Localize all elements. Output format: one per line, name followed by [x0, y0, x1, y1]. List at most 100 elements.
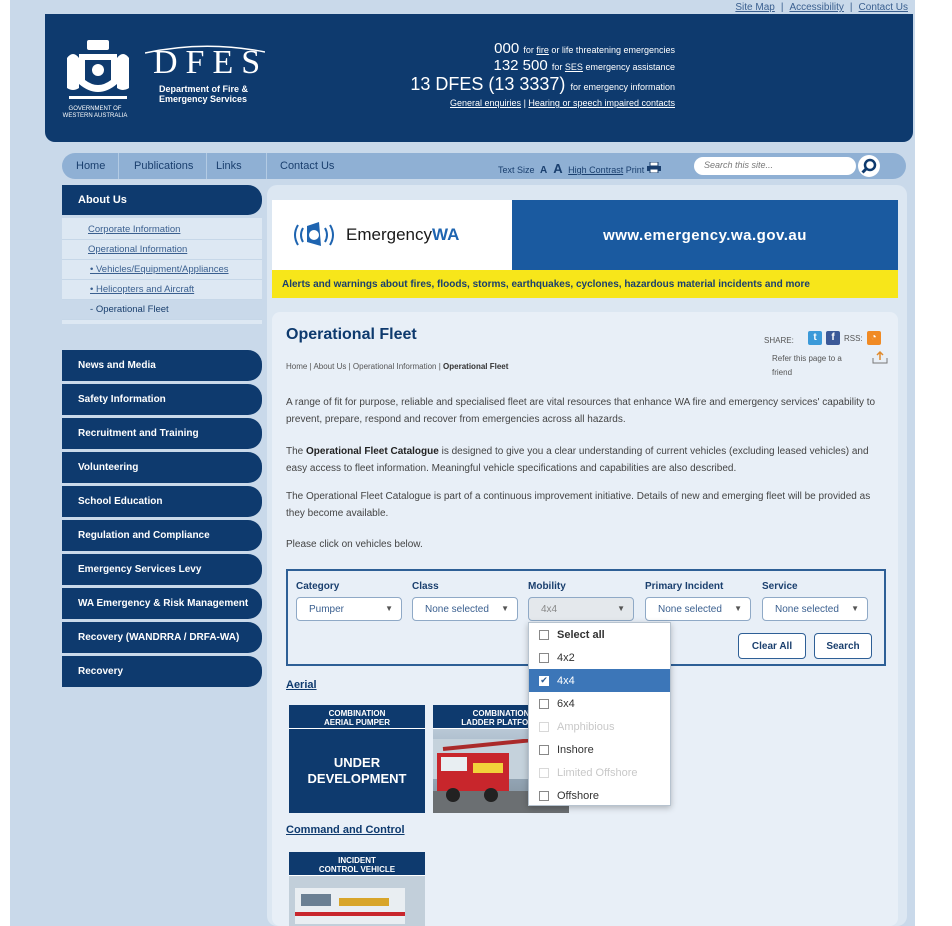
category-label: Category	[296, 581, 340, 592]
mobility-option[interactable]: 6x4	[529, 692, 670, 715]
nav-contact[interactable]: Contact Us	[280, 160, 334, 172]
class-select[interactable]: None selected ▼	[412, 597, 518, 621]
mobility-option[interactable]: Inshore	[529, 738, 670, 761]
sidebar-item-risk-management[interactable]: WA Emergency & Risk Management	[62, 588, 262, 619]
dfes-logo-text: DFES	[153, 44, 269, 81]
sidebar-item-recovery[interactable]: Recovery	[62, 656, 262, 687]
dfes-logo[interactable]: DFES Department of Fire & Emergency Serv…	[153, 44, 268, 104]
instruction-paragraph: Please click on vehicles below.	[286, 539, 423, 550]
search-button[interactable]	[858, 155, 880, 177]
sidebar: About Us Corporate Information Operation…	[62, 185, 262, 690]
sidebar-item-operational-info[interactable]: Operational Information	[62, 240, 262, 260]
card-title-line-2: AERIAL PUMPER	[323, 718, 391, 727]
checkbox-icon	[539, 790, 549, 801]
sidebar-item-vehicles[interactable]: • Vehicles/Equipment/Appliances	[62, 260, 262, 280]
card-body: UNDER DEVELOPMENT	[289, 729, 425, 813]
mobility-option[interactable]: Offshore	[529, 784, 670, 807]
mobility-select[interactable]: 4x4 ▼	[528, 597, 634, 621]
sidebar-about-us[interactable]: About Us	[62, 185, 262, 215]
clear-all-button[interactable]: Clear All	[738, 633, 806, 659]
number-13dfes: 13 DFES (13 3337)	[410, 74, 566, 94]
rss-icon[interactable]: ◔	[866, 331, 881, 345]
incident-label: Primary Incident	[645, 581, 724, 592]
mobility-option[interactable]: ✔ 4x4	[529, 669, 670, 692]
section-command-control[interactable]: Command and Control	[286, 824, 405, 836]
vehicle-card-aerial-pumper[interactable]: COMBINATION AERIAL PUMPER UNDER DEVELOPMEN…	[289, 705, 425, 813]
checkbox-icon	[539, 767, 549, 778]
sidebar-item-helicopters-label: Helicopters and Aircraft	[95, 284, 195, 295]
ses-link[interactable]: SES	[565, 62, 583, 72]
sidebar-item-levy[interactable]: Emergency Services Levy	[62, 554, 262, 585]
hearing-impaired-link[interactable]: Hearing or speech impaired contacts	[528, 98, 675, 108]
chevron-down-icon: ▼	[617, 604, 625, 613]
sidebar-item-school[interactable]: School Education	[62, 486, 262, 517]
contact-us-link[interactable]: Contact Us	[859, 2, 908, 13]
nav-home[interactable]: Home	[76, 160, 105, 172]
breadcrumb-home[interactable]: Home	[286, 362, 307, 371]
nav-publications[interactable]: Publications	[134, 160, 193, 172]
high-contrast-link[interactable]: High Contrast	[568, 165, 623, 175]
nav-divider	[206, 153, 207, 179]
option-label: Limited Offshore	[557, 766, 638, 779]
sidebar-item-news[interactable]: News and Media	[62, 350, 262, 381]
nav-links[interactable]: Links	[216, 160, 242, 172]
incident-select[interactable]: None selected ▼	[645, 597, 751, 621]
sidebar-item-operational-fleet[interactable]: - Operational Fleet	[62, 300, 262, 320]
search-icon	[861, 158, 877, 174]
mobility-option[interactable]: Limited Offshore	[529, 761, 670, 784]
mobility-label: Mobility	[528, 581, 566, 592]
print-link[interactable]: Print	[626, 165, 645, 175]
emergency-wa-banner[interactable]: EmergencyWA www.emergency.wa.gov.au	[272, 200, 898, 270]
breadcrumb: Home | About Us | Operational Informatio…	[286, 362, 508, 371]
p2-pre: The	[286, 446, 304, 457]
card-title: INCIDENT CONTROL VEHICLE	[289, 852, 425, 876]
vehicle-card-incident-control[interactable]: INCIDENT CONTROL VEHICLE	[289, 852, 425, 926]
breadcrumb-opinfo[interactable]: Operational Information	[353, 362, 437, 371]
search-filter-button[interactable]: Search	[814, 633, 872, 659]
share-page-icon[interactable]	[872, 350, 888, 364]
site-search-input[interactable]: Search this site...	[694, 157, 856, 175]
sidebar-item-corporate[interactable]: Corporate Information	[62, 220, 262, 240]
sidebar-item-recruitment[interactable]: Recruitment and Training	[62, 418, 262, 449]
catalogue-paragraph: The Operational Fleet Catalogue is desig…	[286, 443, 886, 477]
mobility-option[interactable]: 4x2	[529, 646, 670, 669]
text-size-large[interactable]: A	[553, 161, 562, 176]
checkbox-icon	[539, 698, 549, 709]
broadcast-icon	[294, 222, 334, 246]
emergency-wa-url: www.emergency.wa.gov.au	[512, 200, 898, 270]
service-select[interactable]: None selected ▼	[762, 597, 868, 621]
line1-post: or life threatening emergencies	[551, 45, 675, 55]
sidebar-item-regulation[interactable]: Regulation and Compliance	[62, 520, 262, 551]
mobility-option[interactable]: Select all	[529, 623, 670, 646]
general-enquiries-link[interactable]: General enquiries	[450, 98, 521, 108]
chevron-down-icon: ▼	[501, 604, 509, 613]
emergency-numbers: 000 for fire or life threatening emergen…	[355, 40, 675, 108]
option-label: 4x4	[557, 674, 575, 687]
alerts-strip[interactable]: Alerts and warnings about fires, floods,…	[272, 270, 898, 298]
sidebar-item-recovery-wandrra[interactable]: Recovery (WANDRRA / DRFA-WA)	[62, 622, 262, 653]
class-label: Class	[412, 581, 439, 592]
accessibility-link[interactable]: Accessibility	[789, 2, 843, 13]
sidebar-item-volunteering[interactable]: Volunteering	[62, 452, 262, 483]
category-select[interactable]: Pumper ▼	[296, 597, 402, 621]
line2-post: emergency assistance	[585, 62, 675, 72]
breadcrumb-sep: |	[309, 362, 312, 371]
section-aerial[interactable]: Aerial	[286, 679, 317, 691]
gov-line-1: GOVERNMENT OF	[68, 106, 122, 112]
class-value: None selected	[425, 604, 489, 615]
refer-friend-link[interactable]: Refer this page to a friend	[772, 352, 852, 380]
share-label: SHARE:	[764, 336, 794, 345]
utility-links: Site Map | Accessibility | Contact Us	[735, 2, 908, 13]
mobility-option[interactable]: Amphibious	[529, 715, 670, 738]
twitter-icon[interactable]: t	[808, 331, 822, 345]
checkbox-icon	[539, 629, 549, 640]
printer-icon[interactable]	[646, 161, 661, 174]
sidebar-item-safety[interactable]: Safety Information	[62, 384, 262, 415]
breadcrumb-about[interactable]: About Us	[313, 362, 346, 371]
sidebar-item-helicopters[interactable]: • Helicopters and Aircraft	[62, 280, 262, 300]
site-map-link[interactable]: Site Map	[735, 2, 774, 13]
facebook-icon[interactable]: f	[826, 331, 840, 345]
fire-link[interactable]: fire	[536, 45, 549, 55]
text-size-small[interactable]: A	[540, 165, 547, 176]
dfes-sub-line-1: Department of Fire &	[159, 84, 249, 94]
